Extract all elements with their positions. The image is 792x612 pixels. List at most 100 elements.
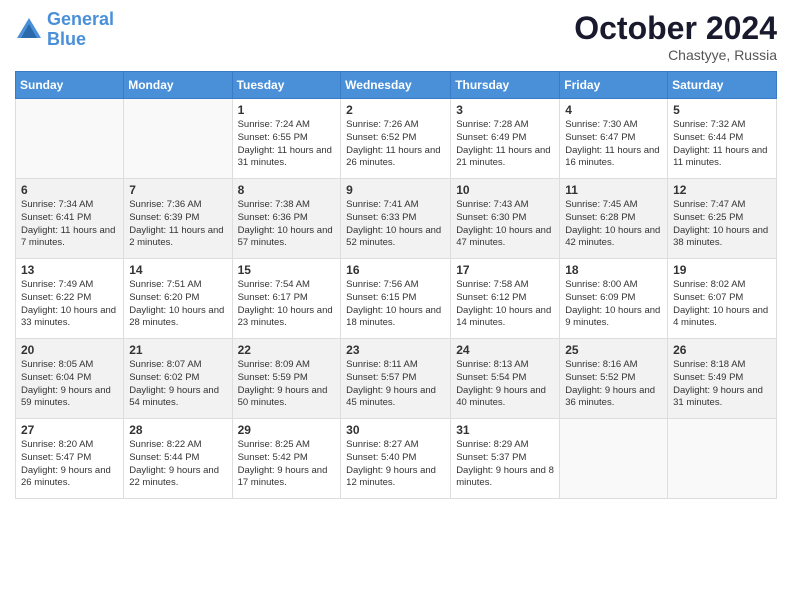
calendar-week-1: 1 Sunrise: 7:24 AMSunset: 6:55 PMDaylight… [16,99,777,179]
calendar-cell: 29Sunrise: 8:25 AMSunset: 5:42 PMDayligh… [232,419,341,499]
calendar-header-thursday: Thursday [451,72,560,99]
calendar-cell: 28 Sunrise: 8:22 AMSunset: 5:44 PMDayligh… [124,419,232,499]
calendar-cell: 6 Sunrise: 7:34 AMSunset: 6:41 PMDaylight… [16,179,124,259]
calendar-week-3: 13Sunrise: 7:49 AMSunset: 6:22 PMDayligh… [16,259,777,339]
calendar-header-row: SundayMondayTuesdayWednesdayThursdayFrid… [16,72,777,99]
calendar-header-tuesday: Tuesday [232,72,341,99]
calendar-cell: 14 Sunrise: 7:51 AMSunset: 6:20 PMDayligh… [124,259,232,339]
calendar-cell: 9Sunrise: 7:41 AMSunset: 6:33 PMDaylight… [341,179,451,259]
day-info: Sunrise: 7:38 AMSunset: 6:36 PMDaylight:… [238,199,336,250]
calendar-cell: 22 Sunrise: 8:09 AMSunset: 5:59 PMDayligh… [232,339,341,419]
day-number: 3 [456,103,554,117]
day-info: Sunrise: 8:00 AMSunset: 6:09 PMDaylight:… [565,279,662,330]
day-info: Sunrise: 7:41 AMSunset: 6:33 PMDaylight:… [346,199,445,250]
day-info: Sunrise: 7:56 AMSunset: 6:15 PMDaylight:… [346,279,445,330]
logo-text2: Blue [47,30,114,50]
day-number: 21 [129,343,226,357]
logo: General Blue [15,10,114,50]
calendar-cell: 24 Sunrise: 8:13 AMSunset: 5:54 PMDayligh… [451,339,560,419]
calendar-cell: 3 Sunrise: 7:28 AMSunset: 6:49 PMDaylight… [451,99,560,179]
day-info: Sunrise: 8:22 AMSunset: 5:44 PMDaylight:… [129,439,226,490]
calendar-header-saturday: Saturday [668,72,777,99]
calendar-cell: 15 Sunrise: 7:54 AMSunset: 6:17 PMDayligh… [232,259,341,339]
calendar-cell [668,419,777,499]
day-number: 28 [129,423,226,437]
calendar-cell [560,419,668,499]
calendar-cell: 31 Sunrise: 8:29 AMSunset: 5:37 PMDayligh… [451,419,560,499]
day-info: Sunrise: 7:26 AMSunset: 6:52 PMDaylight:… [346,119,445,170]
day-info: Sunrise: 8:16 AMSunset: 5:52 PMDaylight:… [565,359,662,410]
calendar-cell: 25 Sunrise: 8:16 AMSunset: 5:52 PMDayligh… [560,339,668,419]
day-number: 15 [238,263,336,277]
day-number: 20 [21,343,118,357]
day-info: Sunrise: 7:28 AMSunset: 6:49 PMDaylight:… [456,119,554,170]
day-info: Sunrise: 8:27 AMSunset: 5:40 PMDaylight:… [346,439,445,490]
day-number: 30 [346,423,445,437]
day-info: Sunrise: 7:36 AMSunset: 6:39 PMDaylight:… [129,199,226,250]
calendar-cell: 16 Sunrise: 7:56 AMSunset: 6:15 PMDayligh… [341,259,451,339]
calendar-cell: 30 Sunrise: 8:27 AMSunset: 5:40 PMDayligh… [341,419,451,499]
calendar-header-monday: Monday [124,72,232,99]
day-number: 13 [21,263,118,277]
day-info: Sunrise: 8:20 AMSunset: 5:47 PMDaylight:… [21,439,118,490]
day-number: 18 [565,263,662,277]
day-number: 25 [565,343,662,357]
day-info: Sunrise: 8:07 AMSunset: 6:02 PMDaylight:… [129,359,226,410]
day-info: Sunrise: 8:29 AMSunset: 5:37 PMDaylight:… [456,439,554,490]
day-number: 1 [238,103,336,117]
day-number: 31 [456,423,554,437]
day-number: 14 [129,263,226,277]
calendar-table: SundayMondayTuesdayWednesdayThursdayFrid… [15,71,777,499]
calendar-header-sunday: Sunday [16,72,124,99]
calendar-week-2: 6 Sunrise: 7:34 AMSunset: 6:41 PMDaylight… [16,179,777,259]
header: General Blue October 2024 Chastyye, Russ… [15,10,777,63]
day-number: 22 [238,343,336,357]
calendar-cell: 23 Sunrise: 8:11 AMSunset: 5:57 PMDayligh… [341,339,451,419]
day-info: Sunrise: 7:32 AMSunset: 6:44 PMDaylight:… [673,119,771,170]
page-container: General Blue October 2024 Chastyye, Russ… [0,0,792,509]
calendar-cell: 27 Sunrise: 8:20 AMSunset: 5:47 PMDayligh… [16,419,124,499]
day-info: Sunrise: 7:58 AMSunset: 6:12 PMDaylight:… [456,279,554,330]
day-info: Sunrise: 7:51 AMSunset: 6:20 PMDaylight:… [129,279,226,330]
month-title: October 2024 [574,10,777,47]
day-number: 2 [346,103,445,117]
day-number: 7 [129,183,226,197]
day-number: 8 [238,183,336,197]
day-number: 27 [21,423,118,437]
title-block: October 2024 Chastyye, Russia [574,10,777,63]
calendar-cell: 19 Sunrise: 8:02 AMSunset: 6:07 PMDayligh… [668,259,777,339]
day-info: Sunrise: 7:34 AMSunset: 6:41 PMDaylight:… [21,199,118,250]
day-number: 11 [565,183,662,197]
day-info: Sunrise: 8:02 AMSunset: 6:07 PMDaylight:… [673,279,771,330]
day-info: Sunrise: 7:54 AMSunset: 6:17 PMDaylight:… [238,279,336,330]
day-info: Sunrise: 8:13 AMSunset: 5:54 PMDaylight:… [456,359,554,410]
day-info: Sunrise: 8:25 AMSunset: 5:42 PMDaylight:… [238,439,336,490]
calendar-cell: 8 Sunrise: 7:38 AMSunset: 6:36 PMDaylight… [232,179,341,259]
day-number: 24 [456,343,554,357]
day-info: Sunrise: 7:30 AMSunset: 6:47 PMDaylight:… [565,119,662,170]
logo-text: General [47,10,114,30]
day-number: 12 [673,183,771,197]
calendar-cell: 2 Sunrise: 7:26 AMSunset: 6:52 PMDaylight… [341,99,451,179]
calendar-cell: 5 Sunrise: 7:32 AMSunset: 6:44 PMDaylight… [668,99,777,179]
day-info: Sunrise: 8:05 AMSunset: 6:04 PMDaylight:… [21,359,118,410]
calendar-cell: 17Sunrise: 7:58 AMSunset: 6:12 PMDayligh… [451,259,560,339]
calendar-header-friday: Friday [560,72,668,99]
day-info: Sunrise: 7:24 AMSunset: 6:55 PMDaylight:… [238,119,336,170]
day-number: 26 [673,343,771,357]
day-number: 16 [346,263,445,277]
day-number: 6 [21,183,118,197]
day-number: 19 [673,263,771,277]
day-number: 5 [673,103,771,117]
calendar-cell [16,99,124,179]
day-info: Sunrise: 8:09 AMSunset: 5:59 PMDaylight:… [238,359,336,410]
day-info: Sunrise: 8:18 AMSunset: 5:49 PMDaylight:… [673,359,771,410]
day-number: 23 [346,343,445,357]
day-info: Sunrise: 8:11 AMSunset: 5:57 PMDaylight:… [346,359,445,410]
day-info: Sunrise: 7:45 AMSunset: 6:28 PMDaylight:… [565,199,662,250]
calendar-cell: 21 Sunrise: 8:07 AMSunset: 6:02 PMDayligh… [124,339,232,419]
day-info: Sunrise: 7:43 AMSunset: 6:30 PMDaylight:… [456,199,554,250]
calendar-cell: 12Sunrise: 7:47 AMSunset: 6:25 PMDayligh… [668,179,777,259]
calendar-week-5: 27 Sunrise: 8:20 AMSunset: 5:47 PMDayligh… [16,419,777,499]
calendar-cell: 13Sunrise: 7:49 AMSunset: 6:22 PMDayligh… [16,259,124,339]
